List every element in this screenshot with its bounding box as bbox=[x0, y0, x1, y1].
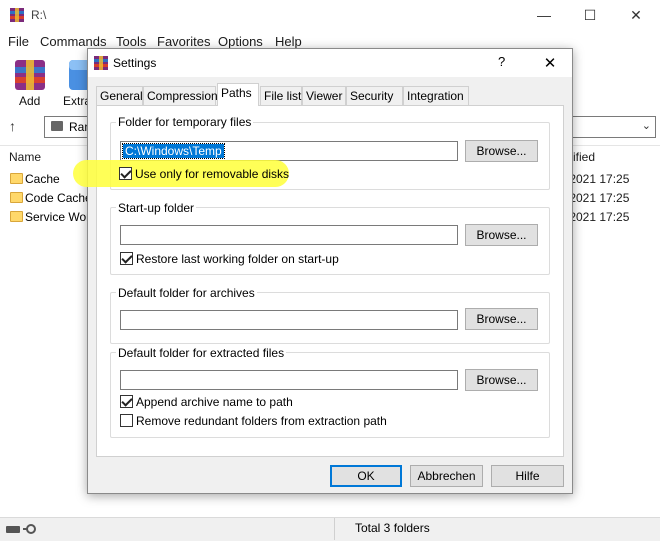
menu-help[interactable]: Help bbox=[275, 34, 302, 49]
drive-icon bbox=[51, 121, 63, 131]
close-button[interactable]: ✕ bbox=[613, 0, 659, 30]
winrar-app-icon bbox=[10, 8, 24, 22]
help-button[interactable]: Hilfe bbox=[491, 465, 564, 487]
tab-integration[interactable]: Integration bbox=[403, 86, 469, 105]
removable-disks-checkbox[interactable] bbox=[119, 167, 132, 180]
tab-paths[interactable]: Paths bbox=[217, 83, 259, 106]
modified-cell: .2021 17:25 bbox=[566, 210, 630, 224]
restore-folder-checkbox-row[interactable]: Restore last working folder on start-up bbox=[120, 251, 380, 267]
maximize-button[interactable]: ☐ bbox=[567, 0, 613, 30]
settings-dialog: Settings ? ✕ General Compression Paths F… bbox=[87, 48, 573, 494]
startup-folder-group-label: Start-up folder bbox=[116, 201, 197, 215]
restore-folder-label: Restore last working folder on start-up bbox=[136, 252, 339, 266]
column-header-name[interactable]: Name bbox=[9, 150, 41, 164]
drive-key-icon[interactable] bbox=[5, 522, 41, 536]
removable-disks-label: Use only for removable disks bbox=[135, 167, 290, 181]
file-name: Cache bbox=[25, 172, 60, 186]
file-name: Code Cache bbox=[25, 191, 92, 205]
temp-folder-input[interactable]: C:\Windows\Temp bbox=[120, 141, 458, 161]
modified-cell: .2021 17:25 bbox=[566, 172, 630, 186]
folder-icon bbox=[10, 211, 23, 222]
startup-folder-input[interactable] bbox=[120, 225, 458, 245]
temp-folder-group-label: Folder for temporary files bbox=[116, 115, 254, 129]
extract-folder-group-label: Default folder for extracted files bbox=[116, 346, 287, 360]
remove-redundant-checkbox[interactable] bbox=[120, 414, 133, 427]
tab-compression[interactable]: Compression bbox=[143, 86, 218, 105]
remove-redundant-label: Remove redundant folders from extraction… bbox=[136, 414, 387, 428]
menu-tools[interactable]: Tools bbox=[116, 34, 146, 49]
status-text: Total 3 folders bbox=[355, 521, 430, 535]
status-divider bbox=[334, 518, 335, 540]
up-arrow-icon[interactable]: ↑ bbox=[9, 118, 16, 134]
folder-icon bbox=[10, 173, 23, 184]
extract-folder-input[interactable] bbox=[120, 370, 458, 390]
tab-security[interactable]: Security bbox=[346, 86, 403, 105]
add-archive-icon[interactable] bbox=[12, 58, 48, 92]
help-icon[interactable]: ? bbox=[498, 54, 505, 69]
tab-general[interactable]: General bbox=[96, 86, 143, 105]
dialog-title: Settings bbox=[113, 56, 157, 70]
startup-browse-button[interactable]: Browse... bbox=[465, 224, 538, 246]
main-titlebar: R:\ — ☐ ✕ bbox=[0, 0, 660, 30]
restore-folder-checkbox[interactable] bbox=[120, 252, 133, 265]
cancel-button[interactable]: Abbrechen bbox=[410, 465, 483, 487]
minimize-button[interactable]: — bbox=[521, 0, 567, 30]
menu-file[interactable]: File bbox=[8, 34, 29, 49]
removable-disks-checkbox-row[interactable]: Use only for removable disks bbox=[119, 166, 319, 182]
remove-redundant-checkbox-row[interactable]: Remove redundant folders from extraction… bbox=[120, 413, 420, 429]
main-window-title: R:\ bbox=[31, 8, 47, 22]
dialog-close-button[interactable]: ✕ bbox=[530, 51, 570, 75]
append-archive-checkbox[interactable] bbox=[120, 395, 133, 408]
temp-folder-value: C:\Windows\Temp bbox=[122, 143, 225, 159]
tab-file-list[interactable]: File list bbox=[260, 86, 302, 105]
ok-button[interactable]: OK bbox=[330, 465, 402, 487]
append-archive-checkbox-row[interactable]: Append archive name to path bbox=[120, 394, 340, 410]
menu-options[interactable]: Options bbox=[218, 34, 263, 49]
temp-browse-button[interactable]: Browse... bbox=[465, 140, 538, 162]
column-header-modified[interactable]: ified bbox=[573, 150, 595, 164]
tab-viewer[interactable]: Viewer bbox=[302, 86, 346, 105]
modified-cell: .2021 17:25 bbox=[566, 191, 630, 205]
folder-icon bbox=[10, 192, 23, 203]
menu-commands[interactable]: Commands bbox=[40, 34, 106, 49]
file-name: Service Wor bbox=[25, 210, 91, 224]
dialog-titlebar: Settings ? ✕ bbox=[88, 49, 572, 77]
archives-browse-button[interactable]: Browse... bbox=[465, 308, 538, 330]
extract-browse-button[interactable]: Browse... bbox=[465, 369, 538, 391]
winrar-app-icon bbox=[94, 56, 108, 70]
archives-folder-input[interactable] bbox=[120, 310, 458, 330]
chevron-down-icon[interactable]: ⌄ bbox=[642, 119, 651, 132]
menu-favorites[interactable]: Favorites bbox=[157, 34, 210, 49]
append-archive-label: Append archive name to path bbox=[136, 395, 293, 409]
add-button-label[interactable]: Add bbox=[19, 94, 40, 108]
status-bar bbox=[0, 517, 660, 541]
archives-folder-group-label: Default folder for archives bbox=[116, 286, 257, 300]
